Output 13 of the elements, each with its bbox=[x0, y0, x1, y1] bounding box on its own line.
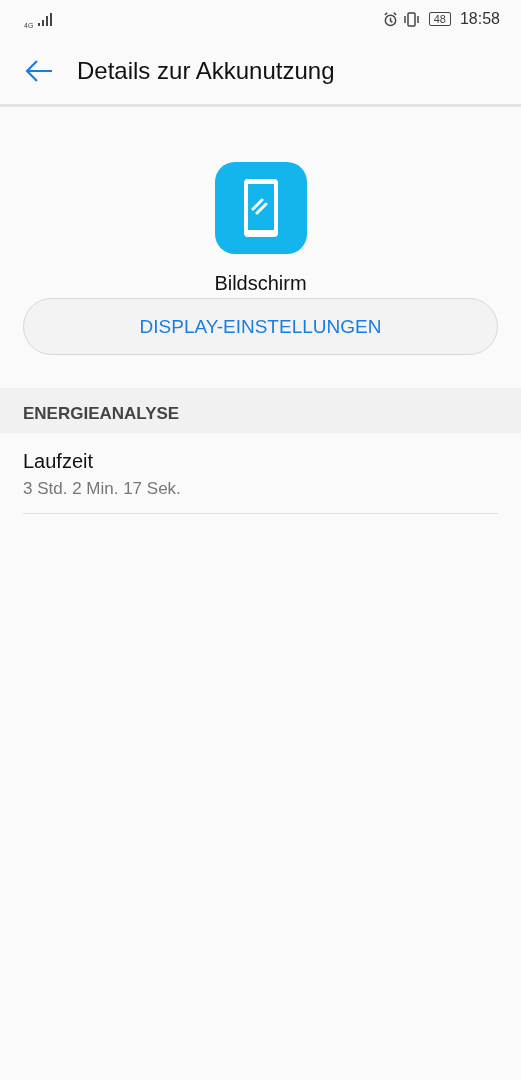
page-title: Details zur Akkunutzung bbox=[77, 57, 335, 85]
phone-icon bbox=[214, 162, 307, 254]
item-label: Laufzeit bbox=[23, 450, 95, 473]
display-settings-button[interactable]: DISPLAY-EINSTELLUNGEN bbox=[23, 298, 498, 355]
app-name: Bildschirm bbox=[214, 272, 307, 295]
alarm-icon bbox=[382, 11, 398, 27]
back-button[interactable] bbox=[24, 59, 54, 83]
vibrate-icon bbox=[402, 11, 420, 27]
battery-indicator: 48 bbox=[428, 12, 451, 26]
signal-icon bbox=[38, 12, 53, 26]
section-header: ENERGIEANALYSE bbox=[0, 388, 521, 433]
item-value: 3 Std. 2 Min. 17 Sek. bbox=[23, 479, 182, 499]
clock-time: 18:58 bbox=[459, 10, 500, 28]
